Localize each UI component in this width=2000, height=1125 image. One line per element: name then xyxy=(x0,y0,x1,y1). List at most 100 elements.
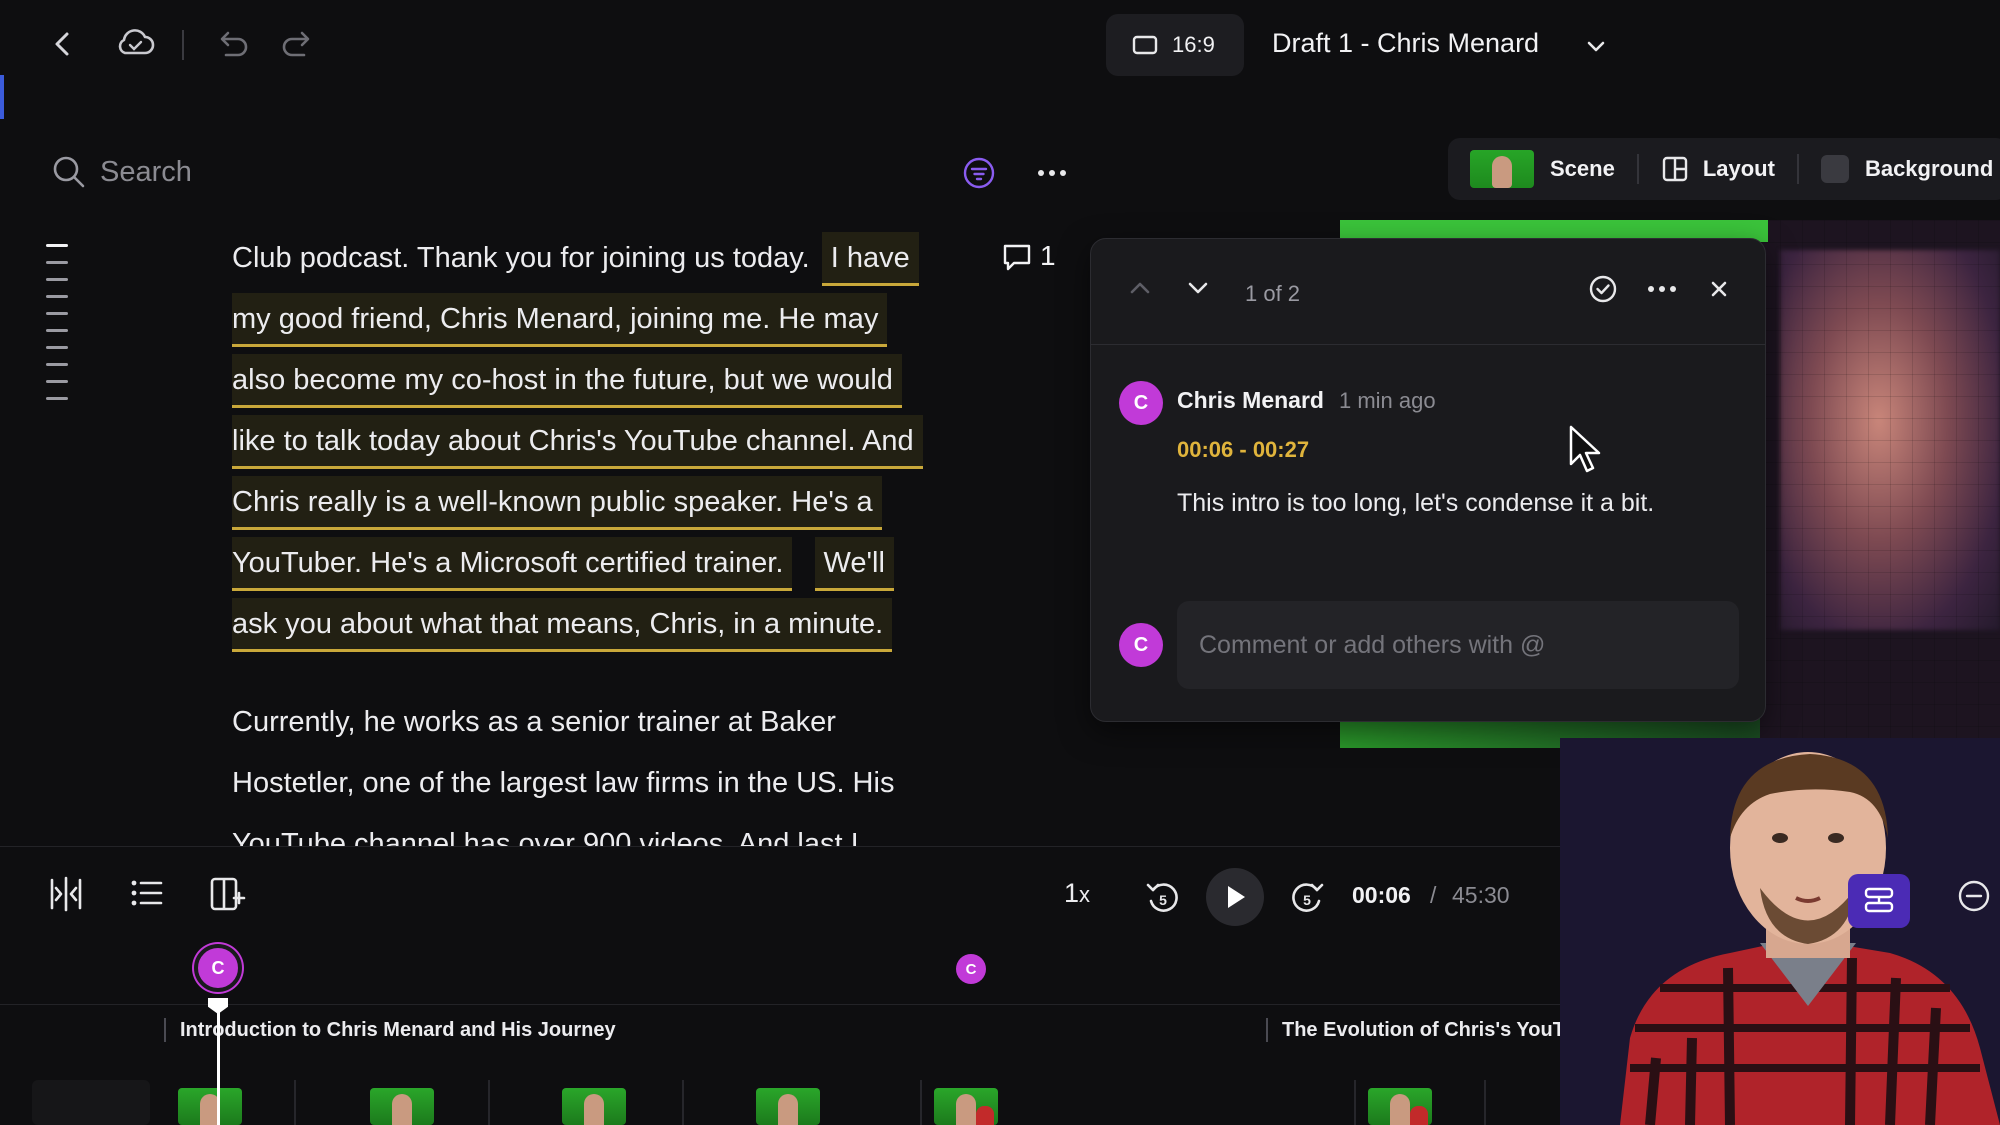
zoom-out-icon xyxy=(1958,880,1990,912)
mouse-cursor xyxy=(1568,424,1604,476)
cloud-sync-icon xyxy=(118,29,155,55)
track-clip[interactable] xyxy=(32,1080,150,1125)
clip-thumbnail[interactable] xyxy=(934,1088,998,1125)
transcript-line[interactable]: YouTube channel has over 900 videos. And… xyxy=(232,816,859,846)
split-icon xyxy=(50,876,82,912)
highlighted-text[interactable]: like to talk today about Chris's YouTube… xyxy=(232,415,923,469)
next-comment-button[interactable] xyxy=(1185,275,1211,301)
rewind-5-icon: 5 xyxy=(1146,883,1178,912)
undo-icon xyxy=(220,31,248,57)
resolve-button[interactable] xyxy=(1587,273,1619,305)
cloud-sync-button[interactable] xyxy=(112,22,158,66)
transcript-line[interactable]: Hostetler, one of the largest law firms … xyxy=(232,755,894,811)
svg-text:5: 5 xyxy=(1303,892,1311,908)
transcript-line[interactable]: YouTuber. He's a Microsoft certified tra… xyxy=(232,535,894,591)
comment-marker-active[interactable]: C xyxy=(194,944,242,992)
svg-text:5: 5 xyxy=(1159,892,1167,908)
zoom-out-button[interactable] xyxy=(1956,878,1992,914)
filter-icon xyxy=(963,157,995,189)
transcript-line[interactable]: Chris really is a well-known public spea… xyxy=(232,474,882,530)
add-layout-icon xyxy=(210,877,246,911)
highlighted-text[interactable]: We'll xyxy=(814,537,894,591)
close-icon xyxy=(1711,281,1727,297)
comment-marker[interactable]: C xyxy=(956,954,986,984)
search-icon xyxy=(52,155,86,189)
highlighted-text[interactable]: Chris really is a well-known public spea… xyxy=(232,476,882,530)
background-swatch[interactable] xyxy=(1820,155,1849,183)
split-button[interactable] xyxy=(46,874,86,914)
draft-menu-button[interactable] xyxy=(1584,34,1608,58)
transcript-line[interactable]: also become my co-host in the future, bu… xyxy=(232,352,902,408)
more-icon xyxy=(1648,286,1676,292)
comment-panel: 1 of 2 C Chris Menard 1 min ago 00:06 - … xyxy=(1090,238,1766,722)
transcript-line[interactable]: Currently, he works as a senior trainer … xyxy=(232,694,836,750)
transcript-line[interactable]: my good friend, Chris Menard, joining me… xyxy=(232,291,888,347)
cursor-icon xyxy=(1569,425,1601,473)
comment-panel-header: 1 of 2 xyxy=(1091,239,1765,345)
transcript-panel[interactable]: Club podcast. Thank you for joining us t… xyxy=(232,230,1002,846)
left-edge-indicator xyxy=(0,75,4,119)
layout-button[interactable]: Layout xyxy=(1703,156,1775,182)
chapter-label[interactable]: Introduction to Chris Menard and His Jou… xyxy=(164,1018,616,1042)
comment-icon xyxy=(1003,244,1031,271)
layout-icon xyxy=(1662,156,1688,182)
comment-time-range[interactable]: 00:06 - 00:27 xyxy=(1177,437,1309,463)
play-button[interactable] xyxy=(1206,868,1264,926)
redo-icon xyxy=(282,31,310,57)
clip-thumbnail[interactable] xyxy=(1368,1088,1432,1125)
close-comment-button[interactable] xyxy=(1705,275,1733,303)
highlighted-text[interactable]: also become my co-host in the future, bu… xyxy=(232,354,902,408)
more-icon xyxy=(1038,170,1066,176)
highlighted-text[interactable]: I have xyxy=(821,232,919,286)
add-layout-button[interactable] xyxy=(208,874,248,914)
comment-count-button[interactable]: 1 xyxy=(1000,239,1056,273)
outline-button[interactable] xyxy=(128,874,166,912)
avatar: C xyxy=(1119,623,1163,667)
clip-thumbnail[interactable] xyxy=(562,1088,626,1125)
toolbar-divider xyxy=(182,30,184,60)
aspect-ratio-button[interactable]: 16:9 xyxy=(1106,14,1244,76)
playback-speed-button[interactable]: 1x xyxy=(1064,878,1090,909)
comment-time: 1 min ago xyxy=(1339,388,1436,413)
filter-button[interactable] xyxy=(962,156,996,190)
previous-comment-button[interactable] xyxy=(1127,275,1153,301)
forward-5-button[interactable]: 5 xyxy=(1286,876,1328,918)
scene-thumbnail[interactable] xyxy=(1470,150,1534,188)
clip-thumbnail[interactable] xyxy=(370,1088,434,1125)
background-button[interactable]: Background xyxy=(1865,156,1993,182)
transcript-line[interactable]: ask you about what that means, Chris, in… xyxy=(232,596,893,652)
transcript-line[interactable]: like to talk today about Chris's YouTube… xyxy=(232,413,923,469)
comment-position: 1 of 2 xyxy=(1245,281,1301,306)
scene-button[interactable]: Scene xyxy=(1550,156,1615,182)
time-separator: / xyxy=(1430,882,1437,908)
reply-input[interactable] xyxy=(1177,601,1739,689)
avatar: C xyxy=(1119,381,1163,425)
captions-button[interactable] xyxy=(1848,874,1910,928)
back-button[interactable] xyxy=(40,22,84,66)
highlighted-text[interactable]: my good friend, Chris Menard, joining me… xyxy=(232,293,888,347)
playhead[interactable] xyxy=(217,1012,220,1125)
current-time: 00:06 xyxy=(1352,882,1411,908)
aspect-ratio-label: 16:9 xyxy=(1172,32,1215,57)
transcript-line[interactable]: Club podcast. Thank you for joining us t… xyxy=(232,230,919,286)
comment-more-button[interactable] xyxy=(1647,277,1677,301)
clip-thumbnail[interactable] xyxy=(756,1088,820,1125)
draft-title[interactable]: Draft 1 - Chris Menard xyxy=(1272,28,1539,59)
highlighted-text[interactable]: YouTuber. He's a Microsoft certified tra… xyxy=(232,537,793,591)
clip-thumbnail[interactable] xyxy=(178,1088,242,1125)
redo-button[interactable] xyxy=(276,22,320,66)
scene-toolbar: Scene Layout Background xyxy=(1448,138,2000,200)
search-input[interactable] xyxy=(100,152,620,192)
comment-author: Chris Menard xyxy=(1177,387,1324,413)
highlighted-text[interactable]: ask you about what that means, Chris, in… xyxy=(232,598,893,652)
transcript-more-button[interactable] xyxy=(1036,160,1068,186)
comment-count: 1 xyxy=(1040,240,1056,271)
undo-button[interactable] xyxy=(210,22,254,66)
check-circle-icon xyxy=(1589,275,1617,303)
rewind-5-button[interactable]: 5 xyxy=(1142,876,1184,918)
list-icon xyxy=(131,880,163,906)
transcript-minimap[interactable] xyxy=(46,244,68,414)
total-duration: 45:30 xyxy=(1452,882,1510,908)
chevron-down-icon xyxy=(1188,282,1208,294)
comment-body: This intro is too long, let's condense i… xyxy=(1177,489,1655,517)
